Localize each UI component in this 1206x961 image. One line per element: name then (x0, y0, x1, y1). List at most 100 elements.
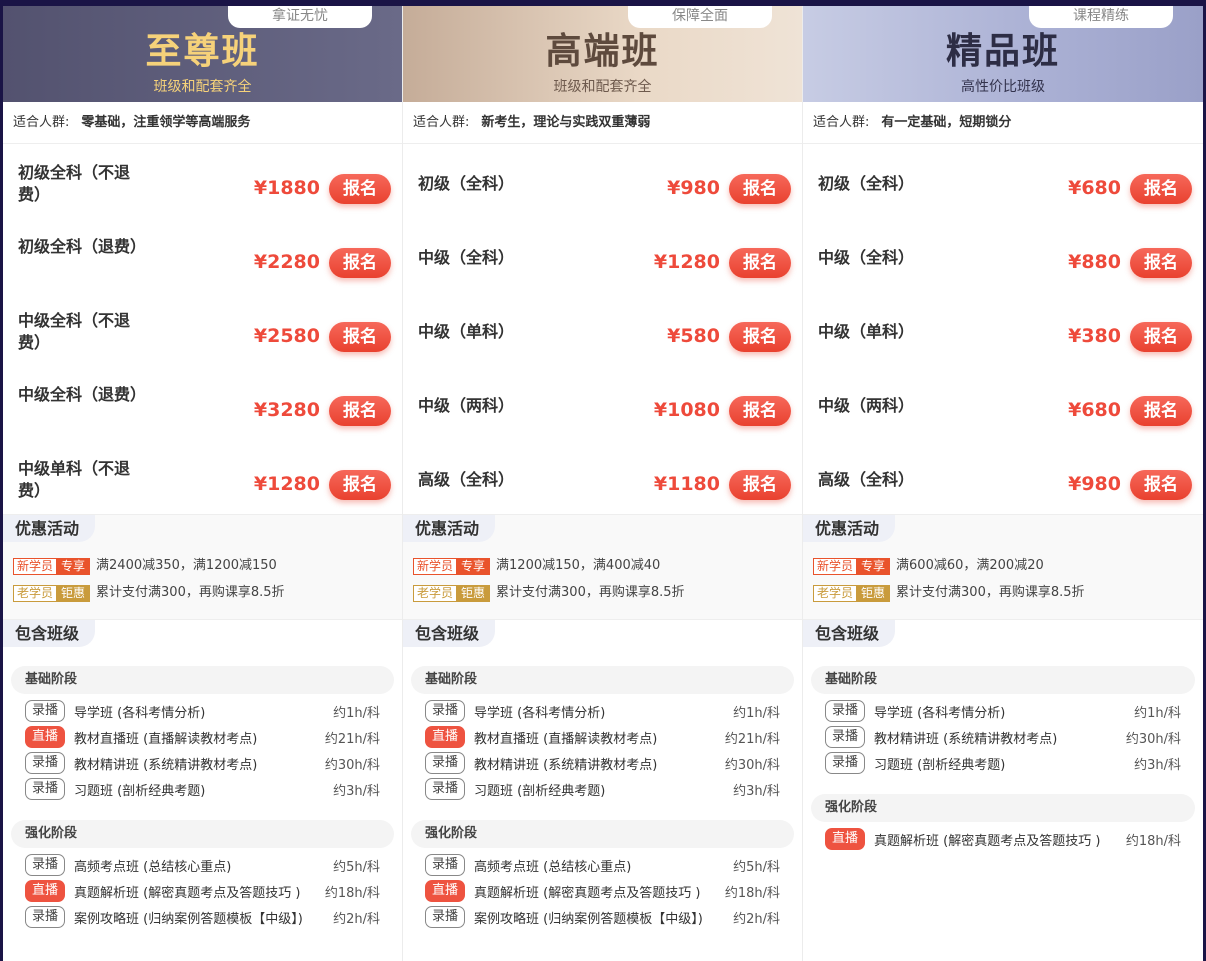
enroll-button[interactable]: 报名 (329, 396, 391, 426)
enroll-button[interactable]: 报名 (729, 322, 791, 352)
course-row: 中级（两科） ¥1080 报名 (403, 370, 802, 444)
recorded-badge: 录播 (425, 700, 465, 722)
recorded-badge: 录播 (825, 752, 865, 774)
class-name: 教材直播班 (直播解读教材考点) (74, 731, 258, 747)
recorded-badge: 录播 (825, 700, 865, 722)
new-student-badge: 新学员 专享 (413, 557, 491, 575)
plan-subtitle: 班级和配套齐全 (553, 79, 652, 95)
plan-header: 保障全面 高端班 班级和配套齐全 (403, 6, 802, 102)
plan-column-premium: 保障全面 高端班 班级和配套齐全 适合人群: 新考生，理论与实践双重薄弱 初级（全… (403, 6, 803, 961)
recorded-badge: 录播 (825, 726, 865, 748)
included-title: 包含班级 (403, 620, 496, 647)
promo-title: 优惠活动 (803, 515, 896, 542)
promo-old-line: 老学员 钜惠 累计支付满300，再购课享8.5折 (813, 584, 1085, 602)
course-row: 高级（全科） ¥1180 报名 (403, 444, 802, 518)
class-item: 录播 教材精讲班 (系统精讲教材考点) 约30h/科 (403, 750, 802, 776)
live-badge: 直播 (25, 726, 65, 748)
recorded-badge: 录播 (425, 906, 465, 928)
class-hours: 约2h/科 (733, 911, 780, 927)
promo-new-line: 新学员 专享 满1200减150，满400减40 (413, 557, 660, 575)
plan-tag: 保障全面 (628, 6, 772, 28)
class-name: 导学班 (各科考情分析) (74, 705, 206, 721)
course-name: 中级（两科） (818, 396, 915, 415)
included-classes: 包含班级 基础阶段 录播 导学班 (各科考情分析) 约1h/科 录播 教材精讲班 (系统精… (803, 620, 1203, 852)
class-name: 高频考点班 (总结核心重点) (74, 859, 232, 875)
enroll-button[interactable]: 报名 (729, 470, 791, 500)
badge-label: 老学员 (13, 584, 57, 602)
class-hours: 约18h/科 (1125, 833, 1181, 849)
course-row: 中级（单科） ¥380 报名 (803, 296, 1203, 370)
class-item: 录播 导学班 (各科考情分析) 约1h/科 (403, 698, 802, 724)
course-price: ¥380 (1068, 325, 1121, 347)
enroll-button[interactable]: 报名 (1130, 248, 1192, 278)
course-name: 高级（全科） (818, 470, 915, 489)
enroll-button[interactable]: 报名 (1130, 470, 1192, 500)
enroll-button[interactable]: 报名 (729, 396, 791, 426)
course-price: ¥1080 (653, 399, 720, 421)
class-item: 录播 习题班 (剖析经典考题) 约3h/科 (3, 776, 402, 802)
target-audience: 适合人群: 零基础，注重领学等高端服务 (3, 102, 402, 144)
enroll-button[interactable]: 报名 (1130, 396, 1192, 426)
class-item: 录播 高频考点班 (总结核心重点) 约5h/科 (403, 852, 802, 878)
class-name: 导学班 (各科考情分析) (474, 705, 606, 721)
class-hours: 约30h/科 (1125, 731, 1181, 747)
course-name: 高级（全科） (418, 470, 515, 489)
stage-items: 直播 真题解析班 (解密真题考点及答题技巧 ) 约18h/科 (803, 826, 1203, 852)
class-hours: 约1h/科 (333, 705, 380, 721)
class-hours: 约18h/科 (724, 885, 780, 901)
class-item: 直播 真题解析班 (解密真题考点及答题技巧 ) 约18h/科 (803, 826, 1203, 852)
promo-old-text: 累计支付满300，再购课享8.5折 (96, 585, 285, 600)
promo-new-line: 新学员 专享 满2400减350，满1200减150 (13, 557, 277, 575)
promo-new-text: 满1200减150，满400减40 (496, 558, 661, 573)
class-item: 直播 教材直播班 (直播解读教材考点) 约21h/科 (3, 724, 402, 750)
class-item: 直播 教材直播班 (直播解读教材考点) 约21h/科 (403, 724, 802, 750)
recorded-badge: 录播 (25, 778, 65, 800)
live-badge: 直播 (25, 880, 65, 902)
recorded-badge: 录播 (25, 700, 65, 722)
course-row: 中级全科（不退费） ¥2580 报名 (3, 296, 402, 370)
included-title: 包含班级 (3, 620, 96, 647)
course-name: 中级全科（退费） (18, 385, 147, 404)
course-list: 初级（全科） ¥980 报名 中级（全科） ¥1280 报名 中级（单科） ¥580 报名 中级（… (403, 144, 802, 514)
stage-list: 基础阶段 录播 导学班 (各科考情分析) 约1h/科 直播 教材直播班 (直播解读教材考点… (3, 666, 402, 930)
stage-header: 强化阶段 (411, 820, 794, 848)
course-price: ¥680 (1068, 399, 1121, 421)
target-audience-text: 零基础，注重领学等高端服务 (81, 115, 251, 130)
enroll-button[interactable]: 报名 (329, 322, 391, 352)
promo-title: 优惠活动 (403, 515, 496, 542)
class-item: 录播 教材精讲班 (系统精讲教材考点) 约30h/科 (3, 750, 402, 776)
stage-header: 基础阶段 (11, 666, 394, 694)
new-student-badge: 新学员 专享 (13, 557, 91, 575)
course-name: 中级（全科） (818, 248, 915, 267)
promo-old-text: 累计支付满300，再购课享8.5折 (496, 585, 685, 600)
course-price: ¥1280 (653, 251, 720, 273)
class-name: 教材精讲班 (系统精讲教材考点) (874, 731, 1058, 747)
enroll-button[interactable]: 报名 (729, 174, 791, 204)
badge-label: 新学员 (413, 557, 457, 575)
badge-label: 新学员 (13, 557, 57, 575)
class-name: 案例攻略班 (归纳案例答题模板【中级】) (474, 911, 703, 927)
course-price: ¥880 (1068, 251, 1121, 273)
course-name: 中级（单科） (818, 322, 915, 341)
course-name: 中级全科（不退费） (18, 311, 131, 352)
enroll-button[interactable]: 报名 (1130, 174, 1192, 204)
promo-new-text: 满2400减350，满1200减150 (96, 558, 277, 573)
promo-section: 优惠活动 新学员 专享 满600减60，满200减20 老学员 钜惠 累计支付满30… (803, 514, 1203, 620)
enroll-button[interactable]: 报名 (729, 248, 791, 278)
badge-label: 新学员 (813, 557, 857, 575)
course-name: 中级单科（不退费） (18, 459, 131, 500)
old-student-badge: 老学员 钜惠 (13, 584, 91, 602)
enroll-button[interactable]: 报名 (329, 174, 391, 204)
target-audience: 适合人群: 有一定基础，短期锁分 (803, 102, 1203, 144)
course-price: ¥1880 (253, 177, 320, 199)
plan-title: 高端班 (545, 31, 660, 72)
plan-title: 至尊班 (145, 31, 260, 72)
enroll-button[interactable]: 报名 (329, 470, 391, 500)
enroll-button[interactable]: 报名 (1130, 322, 1192, 352)
badge-label: 专享 (56, 557, 91, 575)
course-row: 初级（全科） ¥980 报名 (403, 148, 802, 222)
course-row: 中级（单科） ¥580 报名 (403, 296, 802, 370)
class-name: 真题解析班 (解密真题考点及答题技巧 ) (874, 833, 1101, 849)
course-name: 初级全科（不退费） (18, 163, 131, 204)
enroll-button[interactable]: 报名 (329, 248, 391, 278)
